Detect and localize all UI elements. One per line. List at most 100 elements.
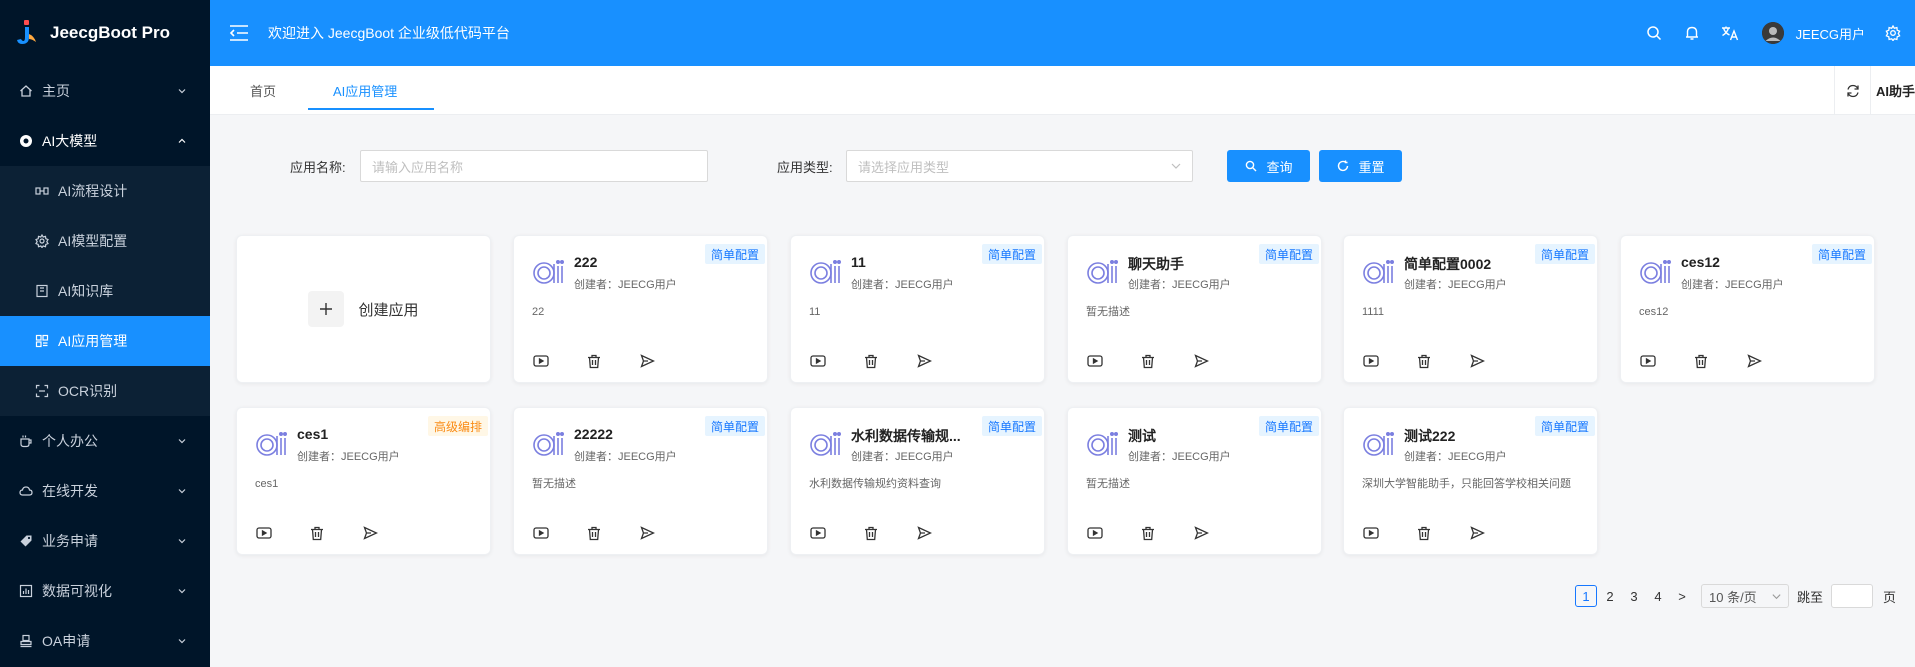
app-card[interactable]: 简单配置 测试 创建者：JEECG用户 暂无描述 <box>1067 407 1322 555</box>
send-icon[interactable] <box>638 524 656 542</box>
send-icon[interactable] <box>361 524 379 542</box>
app-creator: 创建者：JEECG用户 <box>1404 279 1507 291</box>
app-description: 11 <box>809 306 821 318</box>
app-card[interactable]: 简单配置 22222 创建者：JEECG用户 暂无描述 <box>513 407 768 555</box>
app-card-actions <box>532 524 691 542</box>
send-icon[interactable] <box>915 524 933 542</box>
jump-page-input[interactable] <box>1831 584 1874 608</box>
sidebar-item-label: 业务申请 <box>42 533 98 549</box>
sidebar-item-business-apply[interactable]: 业务申请 <box>0 516 210 566</box>
play-video-icon[interactable] <box>532 352 550 370</box>
gear-icon[interactable] <box>1883 23 1903 43</box>
send-icon[interactable] <box>1192 352 1210 370</box>
chevron-up-icon <box>174 133 190 149</box>
play-video-icon[interactable] <box>809 352 827 370</box>
play-video-icon[interactable] <box>1362 352 1380 370</box>
sidebar-item-ai-flow[interactable]: AI流程设计 <box>0 166 210 216</box>
play-video-icon[interactable] <box>1362 524 1380 542</box>
app-card[interactable]: 简单配置 222 创建者：JEECG用户 22 <box>513 235 768 383</box>
delete-icon[interactable] <box>1139 524 1157 542</box>
play-video-icon[interactable] <box>532 524 550 542</box>
sidebar-item-ai-app-management[interactable]: AI应用管理 <box>0 316 210 366</box>
play-video-icon[interactable] <box>1086 524 1104 542</box>
page-4[interactable]: 4 <box>1647 585 1669 607</box>
query-button[interactable]: 查询 <box>1227 150 1310 182</box>
delete-icon[interactable] <box>1415 524 1433 542</box>
send-icon[interactable] <box>915 352 933 370</box>
app-card-actions <box>255 524 414 542</box>
tab-home[interactable]: 首页 <box>250 66 276 115</box>
page-2[interactable]: 2 <box>1599 585 1621 607</box>
app-name: 22222 <box>574 426 613 442</box>
play-video-icon[interactable] <box>1086 352 1104 370</box>
delete-icon[interactable] <box>1139 352 1157 370</box>
app-name-input[interactable]: 请输入应用名称 <box>360 150 708 182</box>
app-card[interactable]: 简单配置 ces12 创建者：JEECG用户 ces12 <box>1620 235 1875 383</box>
sidebar-item-ocr[interactable]: OCR识别 <box>0 366 210 416</box>
page-3[interactable]: 3 <box>1623 585 1645 607</box>
sidebar-item-ai-model[interactable]: AI大模型 <box>0 116 210 166</box>
app-card[interactable]: 简单配置 聊天助手 创建者：JEECG用户 暂无描述 <box>1067 235 1322 383</box>
sidebar-item-label: 主页 <box>42 83 70 99</box>
ai-assistant-button[interactable]: AI助手 <box>1870 66 1915 115</box>
send-icon[interactable] <box>1192 524 1210 542</box>
active-tab-underline <box>308 108 434 110</box>
header-username[interactable]: JEECG用户 <box>1796 24 1865 43</box>
play-video-icon[interactable] <box>809 524 827 542</box>
tab-label: 首页 <box>250 84 277 99</box>
app-name: 测试222 <box>1404 428 1456 444</box>
sidebar-item-oa-apply[interactable]: OA申请 <box>0 616 210 666</box>
delete-icon[interactable] <box>585 524 603 542</box>
create-app-card[interactable]: 创建应用 <box>236 235 491 383</box>
delete-icon[interactable] <box>1692 352 1710 370</box>
sidebar-item-label: AI模型配置 <box>58 233 128 249</box>
menu-collapse-icon[interactable] <box>228 22 250 44</box>
sidebar-item-label: 在线开发 <box>42 483 98 499</box>
send-icon[interactable] <box>1745 352 1763 370</box>
next-page-button[interactable]: > <box>1671 585 1693 607</box>
brand[interactable]: JeecgBoot Pro <box>0 0 210 66</box>
reset-button[interactable]: 重置 <box>1319 150 1402 182</box>
header-welcome-title: 欢迎进入 JeecgBoot 企业级低代码平台 <box>268 25 510 41</box>
app-card[interactable]: 简单配置 测试222 创建者：JEECG用户 深圳大学智能助手，只能回答学校相关问题 <box>1343 407 1598 555</box>
refresh-icon[interactable] <box>1834 66 1870 115</box>
sidebar-item-ai-model-config[interactable]: AI模型配置 <box>0 216 210 266</box>
app-card-actions <box>1086 352 1245 370</box>
app-card[interactable]: 简单配置 水利数据传输规... 创建者：JEECG用户 水利数据传输规约资料查询 <box>790 407 1045 555</box>
delete-icon[interactable] <box>308 524 326 542</box>
app-type-badge: 简单配置 <box>704 416 765 436</box>
app-logo-icon <box>809 430 843 460</box>
page-size-select[interactable]: 10 条/页 <box>1701 584 1789 608</box>
send-icon[interactable] <box>1468 524 1486 542</box>
bell-icon[interactable] <box>1682 23 1702 43</box>
stamp-icon <box>18 633 34 649</box>
send-icon[interactable] <box>638 352 656 370</box>
sidebar-item-home[interactable]: 主页 <box>0 66 210 116</box>
sidebar-item-online-dev[interactable]: 在线开发 <box>0 466 210 516</box>
sidebar-item-personal-office[interactable]: 个人办公 <box>0 416 210 466</box>
translate-icon[interactable] <box>1720 23 1740 43</box>
app-card-actions <box>1362 352 1521 370</box>
app-card[interactable]: 简单配置 11 创建者：JEECG用户 11 <box>790 235 1045 383</box>
search-icon[interactable] <box>1644 23 1664 43</box>
jump-label: 跳至 <box>1797 589 1824 605</box>
delete-icon[interactable] <box>862 524 880 542</box>
sidebar-item-ai-knowledge[interactable]: AI知识库 <box>0 266 210 316</box>
chevron-down-icon <box>174 83 190 99</box>
sidebar-item-label: OA申请 <box>42 633 91 649</box>
play-video-icon[interactable] <box>1639 352 1657 370</box>
delete-icon[interactable] <box>862 352 880 370</box>
sidebar-item-data-visualization[interactable]: 数据可视化 <box>0 566 210 616</box>
play-video-icon[interactable] <box>255 524 273 542</box>
app-card[interactable]: 简单配置 简单配置0002 创建者：JEECG用户 1111 <box>1343 235 1598 383</box>
app-name: 水利数据传输规... <box>851 428 961 444</box>
delete-icon[interactable] <box>585 352 603 370</box>
app-type-select[interactable]: 请选择应用类型 <box>846 150 1193 182</box>
app-creator: 创建者：JEECG用户 <box>574 451 677 463</box>
app-card-actions <box>532 352 691 370</box>
delete-icon[interactable] <box>1415 352 1433 370</box>
send-icon[interactable] <box>1468 352 1486 370</box>
page-1[interactable]: 1 <box>1575 585 1597 607</box>
avatar[interactable] <box>1761 22 1784 44</box>
app-card[interactable]: 高级编排 ces1 创建者：JEECG用户 ces1 <box>236 407 491 555</box>
